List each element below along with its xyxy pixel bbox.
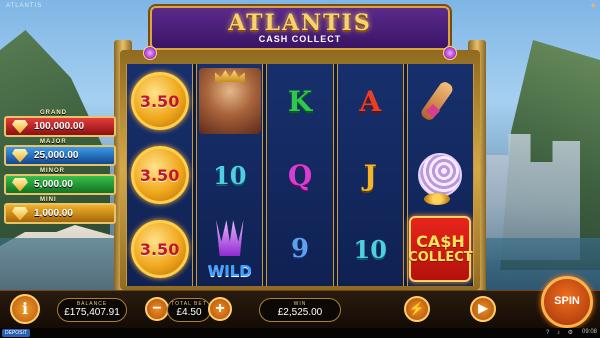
diamond-icon: [12, 206, 28, 221]
wild-symbol: WILD: [199, 216, 261, 282]
reel-cell: 10: [338, 212, 403, 286]
diamond-icon: [12, 148, 28, 163]
reel-cell: 3.50: [127, 212, 192, 286]
jackpot-value: 1,000.00: [34, 208, 73, 219]
cash-collect-line2: COLLECT: [408, 249, 473, 265]
ten-symbol: 10: [213, 160, 247, 190]
reel-cell: A: [338, 64, 403, 138]
coin-value: 3.50: [139, 165, 180, 185]
cash-coin-symbol: 3.50: [130, 220, 189, 278]
total-bet-display: TOTAL BET £4.50: [167, 298, 211, 322]
increase-bet-button[interactable]: +: [208, 297, 232, 321]
win-display: WIN £2,525.00: [259, 298, 341, 322]
wild-label: WILD: [207, 262, 252, 280]
reel-cell: 10: [197, 138, 262, 212]
trident-icon: [216, 220, 244, 256]
game-title: ATLANTIS: [228, 10, 372, 36]
k-symbol: K: [287, 84, 313, 118]
clock: 09:08: [581, 329, 597, 335]
status-icons: ? ♪ ⚙: [545, 330, 576, 336]
jackpot-label: MINI: [40, 197, 57, 203]
total-bet-value: £4.50: [176, 307, 202, 318]
reel-cell: [408, 138, 473, 212]
jackpot-value: 100,000.00: [34, 121, 85, 132]
reel-4: A J 10: [336, 64, 404, 286]
cash-collect-symbol: CA$H COLLECT: [408, 216, 473, 282]
coin-value: 3.50: [139, 239, 180, 259]
game-subtitle: CASH COLLECT: [258, 34, 342, 44]
jackpot-label: GRAND: [40, 110, 67, 116]
diamond-icon: [12, 177, 28, 192]
info-button[interactable]: i: [10, 294, 40, 324]
gem-icon: [443, 46, 457, 60]
cash-collect-line1: CA$H: [416, 231, 465, 251]
reel-2: 10 WILD: [196, 64, 264, 286]
jackpot-label: MAJOR: [40, 139, 67, 145]
jackpot-panel: GRAND 100,000.00 MAJOR 25,000.00 MINOR 5…: [4, 110, 116, 232]
spin-button[interactable]: SPIN: [541, 276, 593, 328]
reels-grid: 3.50 3.50 3.50 10 WILD K Q 9 A J 10 CA$H…: [126, 64, 475, 286]
jackpot-mini: MINI 1,000.00: [4, 197, 116, 224]
king-symbol-icon: [198, 68, 261, 134]
turbo-lightning-button[interactable]: ⚡: [404, 296, 430, 322]
reel-cell: WILD: [197, 212, 262, 286]
reel-cell: Q: [267, 138, 332, 212]
balance-value: £175,407.91: [64, 307, 120, 318]
autoplay-button[interactable]: ▶: [470, 296, 496, 322]
reel-cell: 3.50: [127, 64, 192, 138]
reel-5: CA$H COLLECT: [406, 64, 475, 286]
reel-cell: 9: [267, 212, 332, 286]
reel-cell: J: [338, 138, 403, 212]
reel-1: 3.50 3.50 3.50: [126, 64, 194, 286]
reel-cell: 3.50: [127, 138, 192, 212]
game-title-banner: ATLANTIS CASH COLLECT: [150, 6, 450, 50]
j-symbol: J: [363, 158, 377, 192]
control-bar: i BALANCE £175,407.91 − TOTAL BET £4.50 …: [0, 290, 600, 328]
nine-symbol: 9: [290, 234, 310, 264]
provider-logo: ✦: [590, 3, 596, 10]
jackpot-label: MINOR: [40, 168, 65, 174]
q-symbol: Q: [287, 158, 313, 192]
coin-value: 3.50: [139, 91, 180, 111]
jackpot-minor: MINOR 5,000.00: [4, 168, 116, 195]
decrease-bet-button[interactable]: −: [145, 297, 169, 321]
jackpot-value: 25,000.00: [34, 150, 79, 161]
status-strip: DEPOSIT ? ♪ ⚙ 09:08: [0, 328, 600, 338]
reel-3: K Q 9: [266, 64, 334, 286]
reel-cell: CA$H COLLECT: [408, 212, 473, 286]
reel-cell: K: [267, 64, 332, 138]
reel-cell: [197, 64, 262, 138]
a-symbol: A: [359, 84, 382, 118]
jackpot-value: 5,000.00: [34, 179, 73, 190]
cash-coin-symbol: 3.50: [130, 146, 189, 204]
win-value: £2,525.00: [277, 307, 323, 318]
diamond-icon: [12, 119, 28, 134]
shell-symbol-icon: [418, 153, 463, 205]
cash-coin-symbol: 3.50: [130, 72, 189, 130]
horn-symbol-icon: [420, 76, 460, 126]
gem-icon: [143, 46, 157, 60]
reels-frame: 3.50 3.50 3.50 10 WILD K Q 9 A J 10 CA$H…: [120, 50, 480, 290]
deposit-button[interactable]: DEPOSIT: [2, 329, 30, 337]
jackpot-grand: GRAND 100,000.00: [4, 110, 116, 137]
jackpot-major: MAJOR 25,000.00: [4, 139, 116, 166]
balance-display: BALANCE £175,407.91: [57, 298, 127, 322]
reel-cell: [408, 64, 473, 138]
ten-symbol: 10: [353, 234, 387, 264]
game-name-small: ATLANTIS: [6, 3, 43, 9]
